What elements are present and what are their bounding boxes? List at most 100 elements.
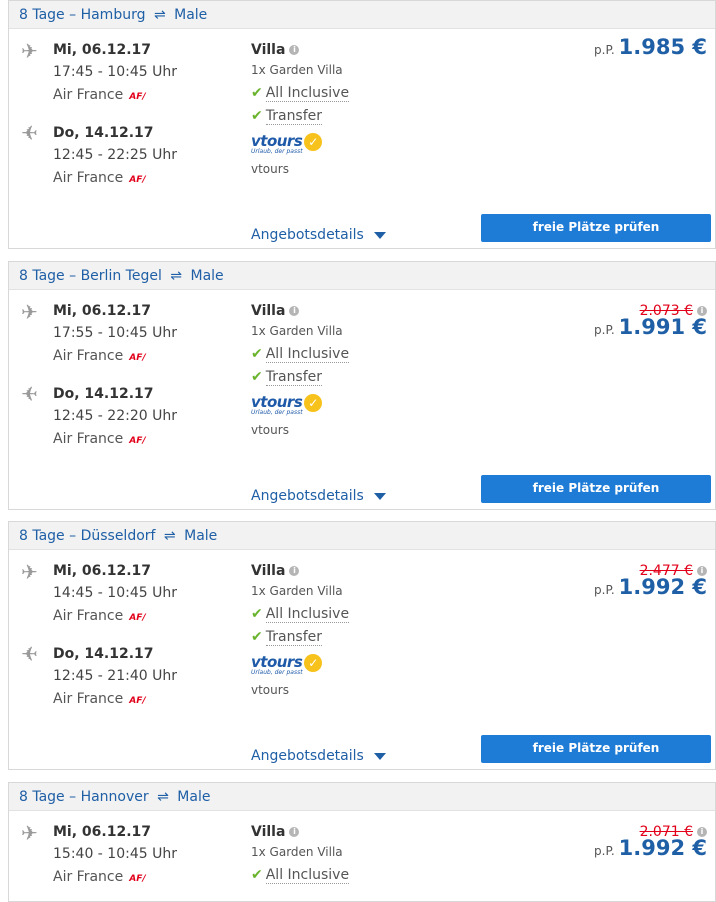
check-availability-button[interactable]: freie Plätze prüfen <box>481 214 711 242</box>
offer-details-toggle[interactable]: Angebotsdetails <box>251 488 386 504</box>
air-france-logo: AF/ <box>129 874 146 884</box>
outbound-time: 17:55 - 10:45 Uhr <box>53 325 177 341</box>
outbound-date: Mi, 06.12.17 <box>53 42 152 58</box>
offer-card: 8 Tage – Düsseldorf ⇌ Male ✈ Mi, 06.12.1… <box>8 521 716 770</box>
outbound-time: 14:45 - 10:45 Uhr <box>53 585 177 601</box>
plane-departure-icon: ✈ <box>21 39 38 63</box>
air-france-logo: AF/ <box>129 613 146 623</box>
airline-name: Air France <box>53 348 124 364</box>
info-icon[interactable]: i <box>697 826 707 837</box>
plane-departure-icon: ✈ <box>21 560 38 584</box>
offer-duration: 8 Tage <box>19 268 65 284</box>
info-icon[interactable]: i <box>289 306 300 316</box>
offer-details-toggle[interactable]: Angebotsdetails <box>251 748 386 764</box>
air-france-logo: AF/ <box>129 436 146 446</box>
inbound-airline: Air France AF/ <box>53 170 146 186</box>
check-availability-button[interactable]: freie Plätze prüfen <box>481 475 711 503</box>
plane-departure-icon: ✈ <box>21 821 38 845</box>
check-icon: ✔ <box>251 606 263 622</box>
offer-duration: 8 Tage <box>19 7 65 23</box>
offer-destination: Male <box>177 789 211 805</box>
offer-origin: Berlin Tegel <box>80 268 162 284</box>
offer-card: 8 Tage – Hannover ⇌ Male ✈ Mi, 06.12.17 … <box>8 782 716 902</box>
offer-origin: Hamburg <box>80 7 146 23</box>
room-type: 1x Garden Villa <box>251 845 343 859</box>
check-badge-icon: ✓ <box>304 132 323 151</box>
check-icon: ✔ <box>251 629 263 645</box>
price-amount: 1.992 € <box>618 575 707 599</box>
air-france-logo: AF/ <box>129 353 146 363</box>
offer-route-header[interactable]: 8 Tage – Berlin Tegel ⇌ Male <box>9 262 715 290</box>
offer-route-header[interactable]: 8 Tage – Hannover ⇌ Male <box>9 783 715 811</box>
info-icon[interactable]: i <box>289 827 300 837</box>
inbound-date: Do, 14.12.17 <box>53 125 154 141</box>
inbound-airline: Air France AF/ <box>53 691 146 707</box>
info-icon[interactable]: i <box>289 45 300 55</box>
outbound-date: Mi, 06.12.17 <box>53 303 152 319</box>
inbound-date: Do, 14.12.17 <box>53 646 154 662</box>
info-icon[interactable]: i <box>697 305 707 316</box>
airline-name: Air France <box>53 170 124 186</box>
transfer-feature: ✔ Transfer <box>251 629 323 646</box>
price-block: 2.477 € i p.P. 1.992 € <box>594 560 707 599</box>
airline-name: Air France <box>53 608 124 624</box>
outbound-date: Mi, 06.12.17 <box>53 824 152 840</box>
air-france-logo: AF/ <box>129 92 146 102</box>
vtours-logo: vtours ✓ Urlaub, der passt <box>251 652 323 676</box>
transfer-feature: ✔ Transfer <box>251 369 323 386</box>
hotel-name[interactable]: Villa i <box>251 824 300 840</box>
caret-down-icon <box>373 492 386 500</box>
offer-destination: Male <box>184 528 218 544</box>
offer-route-header[interactable]: 8 Tage – Hamburg ⇌ Male <box>9 1 715 29</box>
hotel-name[interactable]: Villa i <box>251 563 300 579</box>
info-icon[interactable]: i <box>697 565 707 576</box>
per-person-label: p.P. <box>594 43 615 57</box>
price-amount: 1.985 € <box>618 35 707 59</box>
price-block: 2.071 € i p.P. 1.992 € <box>594 821 707 860</box>
room-type: 1x Garden Villa <box>251 324 343 338</box>
tour-operator: vtours <box>251 162 289 176</box>
outbound-time: 17:45 - 10:45 Uhr <box>53 64 177 80</box>
airline-name: Air France <box>53 87 124 103</box>
inbound-time: 12:45 - 21:40 Uhr <box>53 668 177 684</box>
airline-name: Air France <box>53 431 124 447</box>
check-icon: ✔ <box>251 108 263 124</box>
transfer-feature: ✔ Transfer <box>251 108 323 125</box>
outbound-airline: Air France AF/ <box>53 608 146 624</box>
inbound-airline: Air France AF/ <box>53 431 146 447</box>
swap-arrows-icon: ⇌ <box>157 789 169 805</box>
swap-arrows-icon: ⇌ <box>163 528 176 544</box>
offer-card: 8 Tage – Berlin Tegel ⇌ Male ✈ Mi, 06.12… <box>8 261 716 510</box>
offer-origin: Düsseldorf <box>80 528 156 544</box>
airline-name: Air France <box>53 691 124 707</box>
plane-departure-icon: ✈ <box>21 300 38 324</box>
offer-origin: Hannover <box>80 789 149 805</box>
offer-destination: Male <box>174 7 208 23</box>
price-amount: 1.991 € <box>618 315 707 339</box>
caret-down-icon <box>373 752 386 760</box>
board-feature: ✔ All Inclusive <box>251 606 350 623</box>
check-badge-icon: ✓ <box>304 393 323 412</box>
vtours-logo: vtours ✓ Urlaub, der passt <box>251 131 323 155</box>
price-amount: 1.992 € <box>618 836 707 860</box>
check-icon: ✔ <box>251 346 263 362</box>
info-icon[interactable]: i <box>289 566 300 576</box>
tour-operator: vtours <box>251 423 289 437</box>
offer-card: 8 Tage – Hamburg ⇌ Male ✈ Mi, 06.12.17 1… <box>8 0 716 249</box>
hotel-name[interactable]: Villa i <box>251 303 300 319</box>
check-icon: ✔ <box>251 85 263 101</box>
swap-arrows-icon: ⇌ <box>170 268 183 284</box>
plane-return-icon: ✈ <box>21 642 38 666</box>
price-block: 2.073 € i p.P. 1.991 € <box>594 300 707 339</box>
check-availability-button[interactable]: freie Plätze prüfen <box>481 735 711 763</box>
outbound-date: Mi, 06.12.17 <box>53 563 152 579</box>
plane-return-icon: ✈ <box>21 121 38 145</box>
inbound-date: Do, 14.12.17 <box>53 386 154 402</box>
offer-details-toggle[interactable]: Angebotsdetails <box>251 227 386 243</box>
plane-return-icon: ✈ <box>21 382 38 406</box>
hotel-name[interactable]: Villa i <box>251 42 300 58</box>
inbound-time: 12:45 - 22:20 Uhr <box>53 408 177 424</box>
offer-route-header[interactable]: 8 Tage – Düsseldorf ⇌ Male <box>9 522 715 550</box>
per-person-label: p.P. <box>594 323 615 337</box>
vtours-logo: vtours ✓ Urlaub, der passt <box>251 392 323 416</box>
